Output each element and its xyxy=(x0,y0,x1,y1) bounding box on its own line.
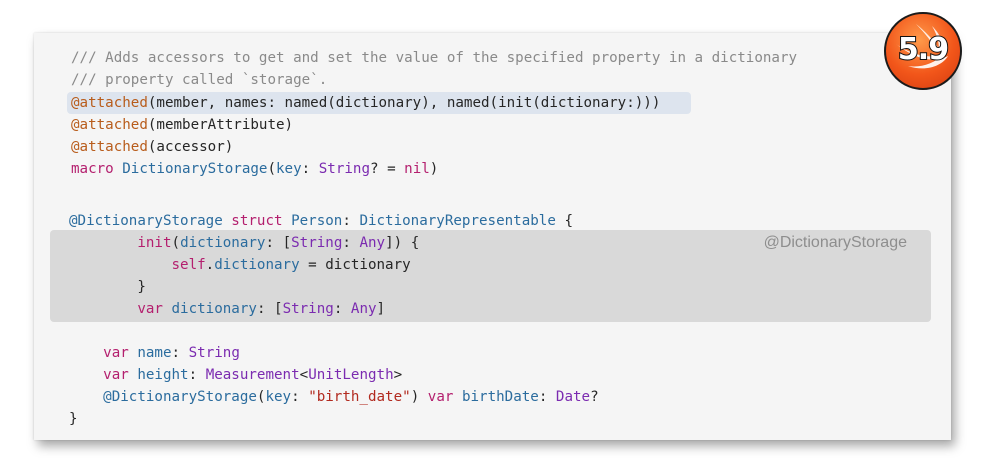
code-token: Any xyxy=(350,301,377,317)
code-line: @attached(accessor) xyxy=(71,136,233,158)
code-token: : xyxy=(333,301,351,317)
code-token: : [ xyxy=(265,235,292,251)
code-token: } xyxy=(69,411,78,427)
code-token: = dictionary xyxy=(299,257,411,273)
code-line: var height: Measurement<UnitLength> xyxy=(69,364,402,386)
code-token: dictionary xyxy=(214,257,300,273)
code-line: var name: String xyxy=(69,342,240,364)
code-token: DictionaryRepresentable xyxy=(359,213,556,229)
code-token: > xyxy=(393,367,403,383)
code-token: : xyxy=(188,367,206,383)
code-token: . xyxy=(205,257,215,273)
code-token: key xyxy=(276,161,302,177)
code-line: /// property called `storage`. xyxy=(71,69,327,91)
code-token: var xyxy=(427,389,462,405)
code-token: } xyxy=(69,279,146,295)
code-token: var xyxy=(103,367,138,383)
code-token: /// Adds accessors to get and set the va… xyxy=(71,50,798,66)
code-token: : [ xyxy=(256,301,283,317)
code-token: DictionaryStorage xyxy=(122,161,268,177)
code-token: Person xyxy=(291,213,343,229)
code-line: } xyxy=(69,276,146,298)
code-line: @DictionaryStorage struct Person: Dictio… xyxy=(69,210,573,232)
code-token: ( xyxy=(171,235,181,251)
code-token: /// property called `storage`. xyxy=(71,72,328,88)
code-token: nil xyxy=(404,161,430,177)
code-token: @attached xyxy=(71,139,148,155)
code-line: @attached(memberAttribute) xyxy=(71,114,293,136)
code-token: birthDate xyxy=(461,389,539,405)
code-line: macro DictionaryStorage(key: String? = n… xyxy=(71,158,438,180)
code-token: "birth_date" xyxy=(308,389,411,405)
code-token: ( xyxy=(267,161,277,177)
code-token: ]) { xyxy=(385,235,420,251)
code-token: (accessor) xyxy=(147,139,234,155)
code-token: : xyxy=(538,389,556,405)
code-line: var dictionary: [String: Any] xyxy=(69,298,385,320)
code-token: : xyxy=(342,213,360,229)
code-token: ) xyxy=(410,389,428,405)
code-token: : xyxy=(342,235,360,251)
code-token: : xyxy=(301,161,319,177)
code-token: UnitLength xyxy=(308,367,394,383)
code-token: macro xyxy=(71,161,123,177)
code-token: self xyxy=(171,257,206,273)
code-token: < xyxy=(299,367,309,383)
code-token: Any xyxy=(359,235,386,251)
code-token: (member, names: named(dictionary), named… xyxy=(147,95,661,111)
code-token: ? = xyxy=(369,161,405,177)
code-token: @DictionaryStorage xyxy=(69,213,232,229)
code-token: name xyxy=(137,345,172,361)
code-token: Date xyxy=(555,389,591,405)
code-token: ] xyxy=(376,301,386,317)
code-token: var xyxy=(103,345,138,361)
version-label: 5.9 xyxy=(897,31,950,68)
code-token: { xyxy=(555,213,573,229)
code-token: dictionary xyxy=(180,235,266,251)
code-line: @attached(member, names: named(dictionar… xyxy=(71,92,660,114)
code-token: struct xyxy=(231,213,292,229)
swift-version-badge: 5.9 xyxy=(884,12,962,90)
code-token: ) xyxy=(429,161,439,177)
code-token: String xyxy=(291,235,343,251)
code-token: Measurement xyxy=(205,367,300,383)
code-token: dictionary xyxy=(171,301,257,317)
code-token: String xyxy=(318,161,370,177)
code-token: ? xyxy=(590,389,599,405)
code-line: @DictionaryStorage(key: "birth_date") va… xyxy=(69,386,599,408)
code-line: init(dictionary: [String: Any]) { xyxy=(69,232,419,254)
code-token: @DictionaryStorage xyxy=(103,389,257,405)
code-token: @attached xyxy=(71,117,148,133)
code-token: : xyxy=(291,389,309,405)
code-token: (memberAttribute) xyxy=(147,117,294,133)
code-line: self.dictionary = dictionary xyxy=(69,254,411,276)
code-token: String xyxy=(188,345,240,361)
code-token: init xyxy=(137,235,172,251)
code-token: @attached xyxy=(71,95,148,111)
code-line: /// Adds accessors to get and set the va… xyxy=(71,47,797,69)
code-line: } xyxy=(69,408,78,430)
macro-expansion-label: @DictionaryStorage xyxy=(763,234,907,251)
code-token: String xyxy=(282,301,334,317)
code-token: key xyxy=(265,389,292,405)
code-token: var xyxy=(137,301,172,317)
code-token: height xyxy=(137,367,189,383)
code-token: : xyxy=(171,345,189,361)
